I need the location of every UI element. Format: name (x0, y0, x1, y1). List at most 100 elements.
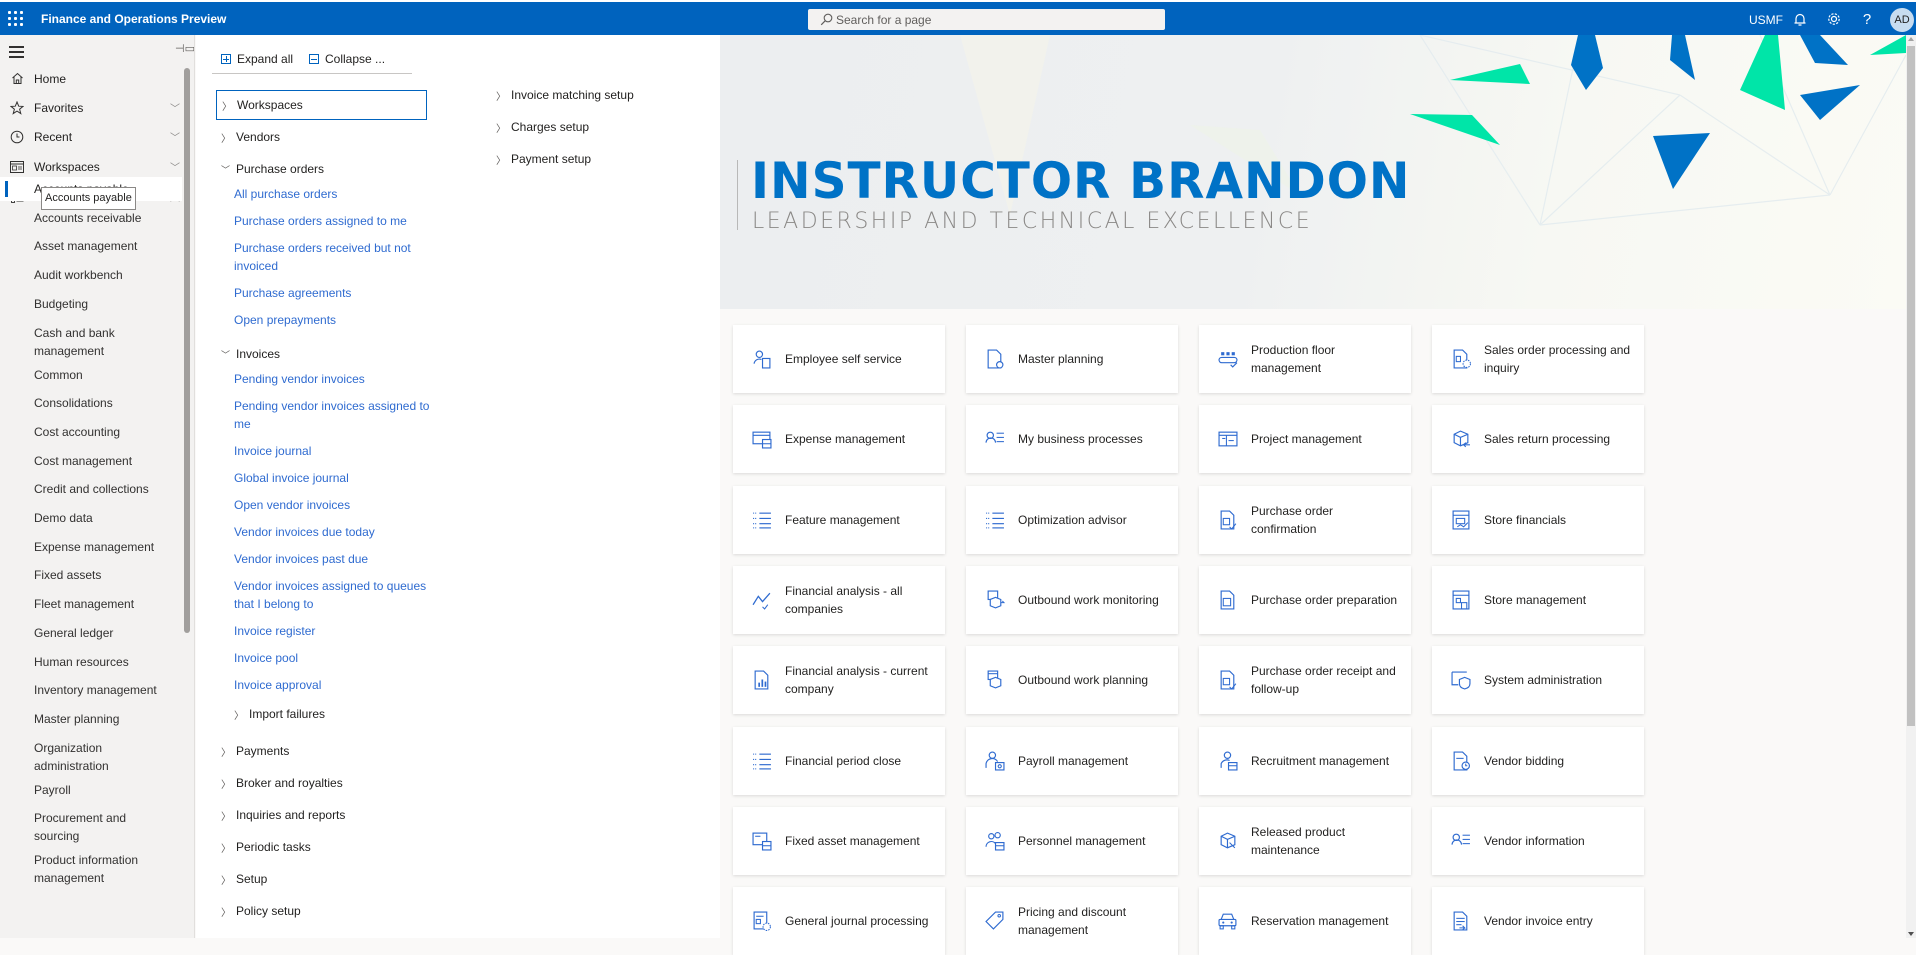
tile-purchase-order-preparation[interactable]: Purchase order preparation (1199, 566, 1411, 634)
module-item[interactable]: Master planning (0, 707, 182, 731)
module-item[interactable]: Cash and bank management (0, 321, 182, 363)
menu-group-charges-setup[interactable]: 〉 Charges setup (496, 117, 589, 137)
menu-link[interactable]: Invoice journal (234, 442, 434, 460)
search-input[interactable]: Search for a page (808, 9, 1165, 30)
tile-financial-analysis-all-companies[interactable]: Financial analysis - all companies (733, 566, 945, 634)
module-item[interactable]: Budgeting (0, 292, 182, 316)
scrollbar-thumb[interactable] (1907, 46, 1915, 726)
module-item[interactable]: Human resources (0, 650, 182, 674)
module-item[interactable]: Demo data (0, 506, 182, 530)
menu-group-policy-setup[interactable]: 〉 Policy setup (221, 901, 301, 921)
module-item[interactable]: Cost management (0, 449, 182, 473)
menu-link[interactable]: Pending vendor invoices assigned to me (234, 397, 434, 433)
tile-personnel-management[interactable]: Personnel management (966, 807, 1178, 875)
menu-group-invoices[interactable]: ﹀ Invoices (221, 344, 280, 364)
menu-link[interactable]: Invoice pool (234, 649, 434, 667)
gear-icon[interactable] (1825, 10, 1843, 28)
tile-store-financials[interactable]: Store financials (1432, 486, 1644, 554)
menu-group-broker-and-royalties[interactable]: 〉 Broker and royalties (221, 773, 343, 793)
chevron-down-icon[interactable]: ﹀ (170, 129, 180, 144)
menu-link[interactable]: Open prepayments (234, 311, 434, 329)
module-item[interactable]: Procurement and sourcing (0, 806, 182, 848)
nav-scrollbar[interactable] (184, 68, 190, 633)
nav-item-favorites[interactable]: Favorites ﹀ (0, 93, 182, 122)
tile-purchase-order-confirmation[interactable]: Purchase order confirmation (1199, 486, 1411, 554)
tile-outbound-work-monitoring[interactable]: Outbound work monitoring (966, 566, 1178, 634)
avatar[interactable]: AD (1890, 8, 1914, 32)
tile-production-floor-management[interactable]: Production floor management (1199, 325, 1411, 393)
tile-master-planning[interactable]: Master planning (966, 325, 1178, 393)
module-item[interactable]: Credit and collections (0, 477, 182, 501)
page-scrollbar[interactable] (1906, 35, 1916, 938)
tile-project-management[interactable]: Project management (1199, 405, 1411, 473)
tile-reservation-management[interactable]: Reservation management (1199, 887, 1411, 955)
menu-group-workspaces[interactable]: 〉 Workspaces (216, 90, 427, 120)
menu-link[interactable]: Invoice approval (234, 676, 434, 694)
tile-recruitment-management[interactable]: Recruitment management (1199, 727, 1411, 795)
module-item[interactable]: Inventory management (0, 678, 182, 702)
tile-my-business-processes[interactable]: My business processes (966, 405, 1178, 473)
menu-group-payments[interactable]: 〉 Payments (221, 741, 289, 761)
tile-optimization-advisor[interactable]: Optimization advisor (966, 486, 1178, 554)
tile-vendor-invoice-entry[interactable]: Vendor invoice entry (1432, 887, 1644, 955)
tile-pricing-and-discount-management[interactable]: Pricing and discount management (966, 887, 1178, 955)
scroll-down-arrow-icon[interactable] (1908, 932, 1914, 936)
nav-item-recent[interactable]: Recent ﹀ (0, 122, 182, 151)
menu-group-purchase-orders[interactable]: ﹀ Purchase orders (221, 159, 324, 179)
menu-group-setup[interactable]: 〉 Setup (221, 869, 267, 889)
collapse-all-button[interactable]: Collapse ... (309, 52, 385, 66)
menu-link[interactable]: Vendor invoices past due (234, 550, 434, 568)
tile-outbound-work-planning[interactable]: Outbound work planning (966, 646, 1178, 714)
hamburger-menu-icon[interactable] (9, 46, 24, 61)
tile-store-management[interactable]: Store management (1432, 566, 1644, 634)
module-item[interactable]: Audit workbench (0, 263, 182, 287)
tile-financial-period-close[interactable]: Financial period close (733, 727, 945, 795)
menu-link[interactable]: Purchase orders received but not invoice… (234, 239, 434, 275)
tile-released-product-maintenance[interactable]: Released product maintenance (1199, 807, 1411, 875)
module-item[interactable]: Payroll (0, 778, 182, 802)
tile-system-administration[interactable]: System administration (1432, 646, 1644, 714)
menu-link[interactable]: Vendor invoices due today (234, 523, 434, 541)
tile-general-journal-processing[interactable]: General journal processing (733, 887, 945, 955)
scroll-up-arrow-icon[interactable] (1908, 37, 1914, 41)
menu-subgroup-import-failures[interactable]: 〉 Import failures (234, 704, 325, 724)
tile-financial-analysis-current-company[interactable]: Financial analysis - current company (733, 646, 945, 714)
waffle-icon[interactable] (8, 11, 24, 27)
menu-group-inquiries-and-reports[interactable]: 〉 Inquiries and reports (221, 805, 345, 825)
module-item[interactable]: Consolidations (0, 391, 182, 415)
menu-link[interactable]: Invoice register (234, 622, 434, 640)
tile-sales-return-processing[interactable]: Sales return processing (1432, 405, 1644, 473)
tile-vendor-information[interactable]: Vendor information (1432, 807, 1644, 875)
menu-link[interactable]: Purchase agreements (234, 284, 434, 302)
tile-employee-self-service[interactable]: Employee self service (733, 325, 945, 393)
help-icon[interactable]: ? (1858, 10, 1876, 28)
module-item[interactable]: Fleet management (0, 592, 182, 616)
menu-group-invoice-matching-setup[interactable]: 〉 Invoice matching setup (496, 85, 634, 105)
menu-link[interactable]: Pending vendor invoices (234, 370, 434, 388)
chevron-down-icon[interactable]: ﹀ (170, 159, 180, 174)
menu-link[interactable]: Global invoice journal (234, 469, 434, 487)
menu-link[interactable]: Open vendor invoices (234, 496, 434, 514)
app-title[interactable]: Finance and Operations Preview (41, 12, 226, 26)
module-item[interactable]: General ledger (0, 621, 182, 645)
module-item[interactable]: Cost accounting (0, 420, 182, 444)
nav-item-home[interactable]: Home (0, 64, 182, 93)
menu-group-payment-setup[interactable]: 〉 Payment setup (496, 149, 591, 169)
module-item[interactable]: Asset management (0, 234, 182, 258)
bell-icon[interactable] (1791, 10, 1809, 28)
tile-sales-order-processing-and-inquiry[interactable]: Sales order processing and inquiry (1432, 325, 1644, 393)
module-item[interactable]: Fixed assets (0, 563, 182, 587)
menu-link[interactable]: Purchase orders assigned to me (234, 212, 434, 230)
tile-payroll-management[interactable]: Payroll management (966, 727, 1178, 795)
company-picker[interactable]: USMF (1749, 13, 1783, 27)
tile-fixed-asset-management[interactable]: Fixed asset management (733, 807, 945, 875)
tile-expense-management[interactable]: Expense management (733, 405, 945, 473)
module-item[interactable]: Product information management (0, 848, 182, 890)
module-item[interactable]: Expense management (0, 535, 182, 559)
expand-all-button[interactable]: Expand all (221, 52, 293, 66)
module-item[interactable]: Organization administration (0, 736, 182, 778)
tile-feature-management[interactable]: Feature management (733, 486, 945, 554)
tile-vendor-bidding[interactable]: Vendor bidding (1432, 727, 1644, 795)
menu-link[interactable]: All purchase orders (234, 185, 434, 203)
pin-icon[interactable]: ⊣▭ (175, 42, 194, 55)
